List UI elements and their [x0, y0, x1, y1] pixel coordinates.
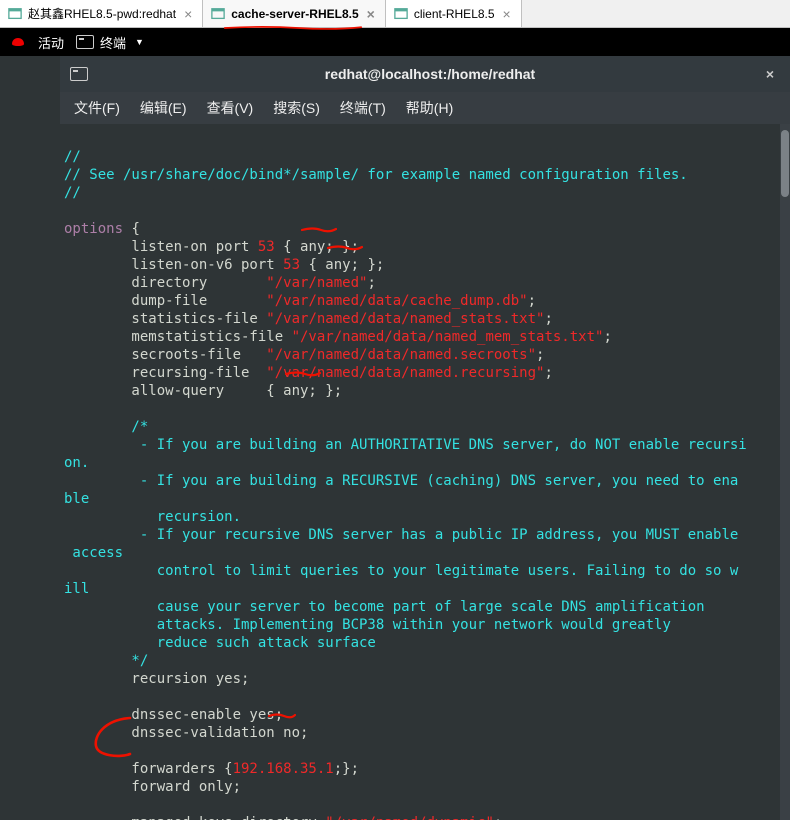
terminal-menu-label: 终端	[100, 33, 126, 52]
code-line: on.	[64, 455, 89, 471]
code-line: recursing-file "/var/named/data/named.re…	[64, 365, 553, 381]
tab-label: client-RHEL8.5	[414, 7, 495, 21]
code-line: forwarders {192.168.35.1;};	[64, 761, 359, 777]
code-line: access	[64, 545, 131, 561]
window-icon	[211, 7, 225, 21]
scrollbar[interactable]	[780, 124, 790, 820]
tab-vm-2[interactable]: cache-server-RHEL8.5 ×	[203, 0, 386, 27]
annotation-underline-any1	[301, 226, 337, 234]
code-line: listen-on-v6 port 53 { any; };	[64, 257, 384, 273]
code-line: dump-file "/var/named/data/cache_dump.db…	[64, 293, 536, 309]
menu-help[interactable]: 帮助(H)	[398, 94, 461, 122]
code-line: listen-on port 53 { any; };	[64, 239, 359, 255]
code-line: recursion.	[64, 509, 249, 525]
code-line: options {	[64, 221, 140, 237]
gnome-topbar: 活动 终端 ▼	[0, 28, 790, 56]
code-line: dnssec-enable yes;	[64, 707, 283, 723]
window-title: redhat@localhost:/home/redhat	[100, 66, 760, 82]
redhat-logo-icon	[10, 34, 26, 50]
code-line: secroots-file "/var/named/data/named.sec…	[64, 347, 544, 363]
code-line: // See /usr/share/doc/bind*/sample/ for …	[64, 167, 688, 183]
close-icon[interactable]: ×	[760, 66, 780, 82]
tab-vm-1[interactable]: 赵其鑫RHEL8.5-pwd:redhat ×	[0, 0, 203, 27]
editor-content[interactable]: // // See /usr/share/doc/bind*/sample/ f…	[60, 124, 790, 820]
menu-terminal[interactable]: 终端(T)	[332, 94, 394, 122]
code-line: control to limit queries to your legitim…	[64, 563, 738, 579]
chevron-down-icon: ▼	[135, 37, 144, 47]
code-line: statistics-file "/var/named/data/named_s…	[64, 311, 553, 327]
tab-label: 赵其鑫RHEL8.5-pwd:redhat	[28, 5, 176, 22]
menu-view[interactable]: 查看(V)	[199, 94, 262, 122]
code-line: cause your server to become part of larg…	[64, 599, 713, 615]
code-line: //	[64, 185, 81, 201]
code-line: /*	[64, 419, 157, 435]
code-line: reduce such attack surface	[64, 635, 384, 651]
menu-edit[interactable]: 编辑(E)	[132, 94, 195, 122]
tab-label: cache-server-RHEL8.5	[231, 7, 358, 21]
menu-file[interactable]: 文件(F)	[66, 94, 128, 122]
window-icon	[394, 7, 408, 21]
menubar: 文件(F) 编辑(E) 查看(V) 搜索(S) 终端(T) 帮助(H)	[60, 92, 790, 124]
window-icon	[8, 7, 22, 21]
tab-vm-3[interactable]: client-RHEL8.5 ×	[386, 0, 522, 27]
activities-button[interactable]: 活动	[38, 33, 64, 52]
code-line: - If you are building an AUTHORITATIVE D…	[64, 437, 747, 453]
close-icon[interactable]: ×	[182, 6, 194, 22]
code-line: memstatistics-file "/var/named/data/name…	[64, 329, 612, 345]
code-line: attacks. Implementing BCP38 within your …	[64, 617, 679, 633]
code-line: - If you are building a RECURSIVE (cachi…	[64, 473, 738, 489]
code-line: managed-keys-directory "/var/named/dynam…	[64, 815, 502, 820]
code-line: recursion yes;	[64, 671, 249, 687]
titlebar: redhat@localhost:/home/redhat ×	[60, 56, 790, 92]
window-menu-icon[interactable]	[70, 67, 88, 81]
terminal-menu-button[interactable]: 终端 ▼	[76, 33, 144, 52]
terminal-icon	[76, 35, 94, 49]
menu-search[interactable]: 搜索(S)	[265, 94, 328, 122]
terminal-window: redhat@localhost:/home/redhat × 文件(F) 编辑…	[0, 56, 790, 820]
outer-tab-strip: 赵其鑫RHEL8.5-pwd:redhat × cache-server-RHE…	[0, 0, 790, 28]
code-line: dnssec-validation no;	[64, 725, 308, 741]
code-line: ill	[64, 581, 89, 597]
code-line: */	[64, 653, 148, 669]
code-line: ble	[64, 491, 98, 507]
code-line: forward only;	[64, 779, 241, 795]
code-line: - If your recursive DNS server has a pub…	[64, 527, 738, 543]
close-icon[interactable]: ×	[365, 6, 377, 22]
code-line: directory "/var/named";	[64, 275, 376, 291]
scrollbar-thumb[interactable]	[781, 130, 789, 197]
code-line: //	[64, 149, 81, 165]
close-icon[interactable]: ×	[501, 6, 513, 22]
code-line: allow-query { any; };	[64, 383, 342, 399]
